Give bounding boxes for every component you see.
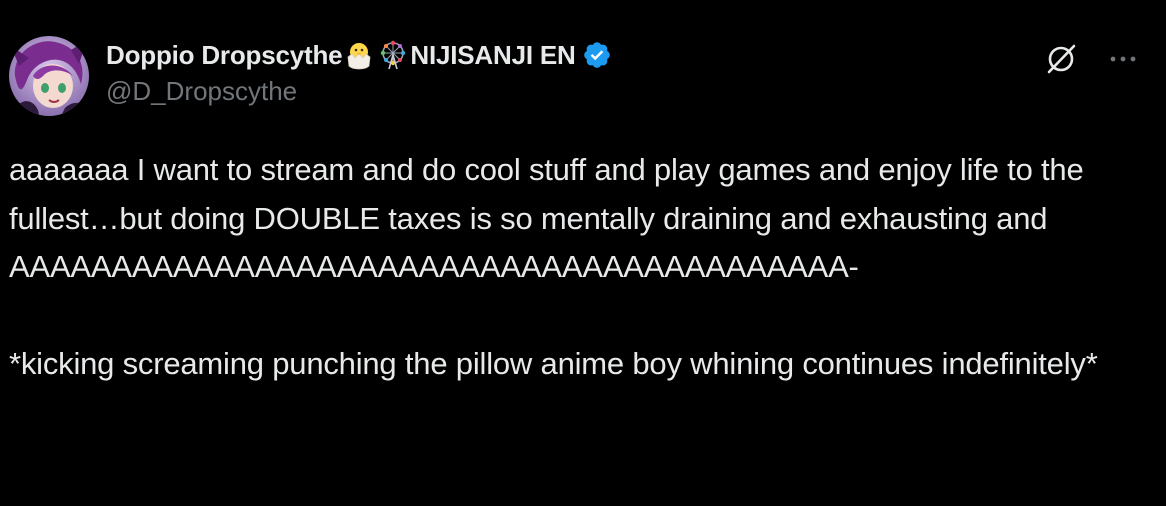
more-icon[interactable]: [1106, 46, 1140, 72]
handle[interactable]: @D_Dropscythe: [106, 76, 612, 107]
hatching-chick-emoji: [343, 39, 375, 71]
ferris-wheel-emoji: [377, 39, 409, 71]
verified-badge-icon[interactable]: [582, 40, 612, 70]
name-row: Doppio Dropscythe NIJISANJI EN: [106, 37, 612, 73]
display-name[interactable]: Doppio Dropscythe: [106, 40, 343, 71]
tweet-header: Doppio Dropscythe NIJISANJI EN @D_Dropsc…: [106, 37, 612, 117]
top-actions: [1044, 42, 1140, 76]
grok-icon[interactable]: [1044, 42, 1078, 76]
tweet-text: aaaaaaa I want to stream and do cool stu…: [9, 152, 1098, 381]
avatar[interactable]: [9, 36, 89, 116]
tweet[interactable]: Doppio Dropscythe NIJISANJI EN @D_Dropsc…: [0, 0, 1166, 506]
display-name-suffix[interactable]: NIJISANJI EN: [410, 40, 575, 71]
